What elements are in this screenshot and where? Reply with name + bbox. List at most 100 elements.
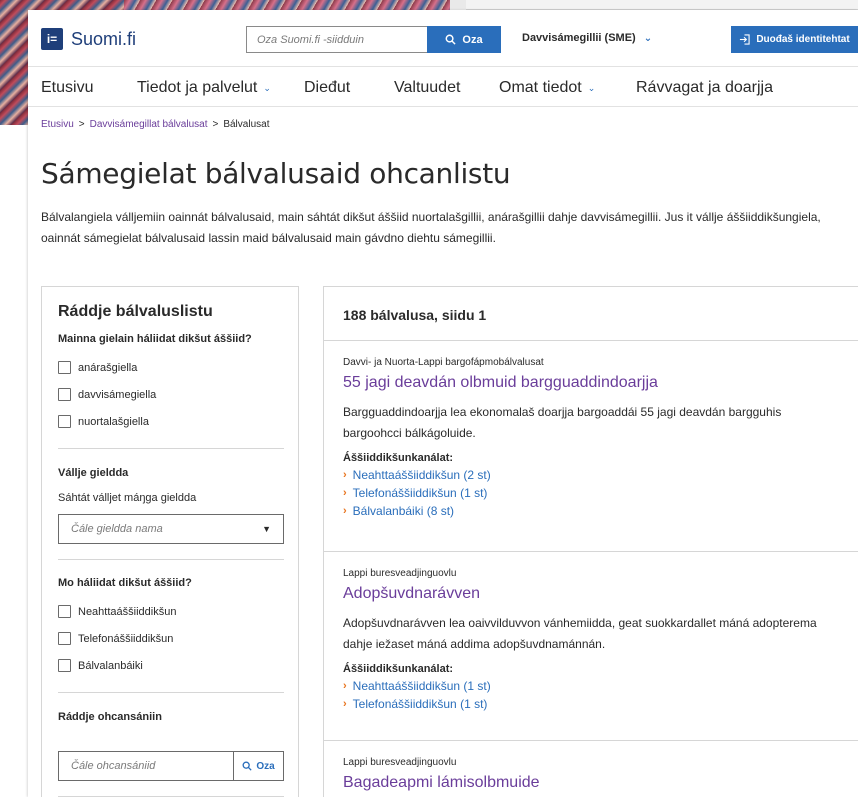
municipality-placeholder: Čále gieldda nama xyxy=(71,523,163,535)
nav-item-etusivu[interactable]: Etusivu xyxy=(41,79,93,97)
result-channel-link[interactable]: › Telefonáššiiddikšun (1 st) xyxy=(343,486,839,500)
filter-divider xyxy=(58,448,284,449)
filter-panel: Ráddje bálvaluslistu Mainna gielain háli… xyxy=(41,286,299,797)
site-search-placeholder: Oza Suomi.fi -siidduin xyxy=(257,33,364,46)
background-photo-strip xyxy=(124,0,450,10)
keyword-search-button[interactable]: Oza xyxy=(233,751,284,781)
result-organization: Lappi buresveadjinguovlu xyxy=(343,757,457,768)
page: i= Suomi.fi Oza Suomi.fi -siidduin Oza D… xyxy=(28,10,858,797)
keyword-input[interactable]: Čále ohcansániid xyxy=(58,751,233,781)
channel-question: Mo háliidat dikšut áššiid? xyxy=(58,577,192,589)
breadcrumb: Etusivu > Davvisámegillat bálvalusat > B… xyxy=(41,119,269,130)
checkbox-box[interactable] xyxy=(58,659,71,672)
result-channel-link[interactable]: › Telefonáššiiddikšun (1 st) xyxy=(343,697,839,711)
result-channels-label: Áššiiddikšunkanálat: xyxy=(343,452,454,464)
language-label: Davvisámegillii (SME) xyxy=(522,32,636,44)
nav-item-omat-tiedot[interactable]: Omat tiedot ⌄ xyxy=(499,79,595,97)
result-description: Bargguaddindoarjja lea ekonomalaš doarjj… xyxy=(343,405,782,440)
filter-title: Ráddje bálvaluslistu xyxy=(58,303,213,320)
search-icon xyxy=(445,34,457,45)
site-search: Oza Suomi.fi -siidduin Oza xyxy=(246,26,501,53)
municipality-label: Vállje gieldda xyxy=(58,467,129,479)
login-icon xyxy=(740,34,750,45)
nav-item-ravvagat-ja-doarjja[interactable]: Rávvagat ja doarjja xyxy=(636,79,773,97)
nav-item-label: Etusivu xyxy=(41,79,94,96)
logo-mark-icon: i= xyxy=(41,28,63,50)
nav-item-valtuudet[interactable]: Valtuudet xyxy=(394,79,460,97)
search-icon xyxy=(242,761,252,771)
result-channel-label: Telefonáššiiddikšun (1 st) xyxy=(352,697,488,711)
result-channel-label: Bálvalanbáiki (8 st) xyxy=(352,504,455,518)
result-channel-link[interactable]: › Neahttaáššiiddikšun (2 st) xyxy=(343,468,839,482)
result-description: Adopšuvdnarávven lea oaivvilduvvon vánhe… xyxy=(343,616,817,651)
checkbox-nuortalasgiella[interactable]: nuortalašgiella xyxy=(58,415,149,428)
municipality-hint: Sáhtát válljet máŋga gieldda xyxy=(58,492,197,504)
result-channel-label: Neahttaáššiiddikšun (2 st) xyxy=(352,468,491,482)
background-window xyxy=(466,0,858,10)
nav-item-label: Omat tiedot xyxy=(499,79,582,96)
result-channel-label: Neahttaáššiiddikšun (1 st) xyxy=(352,679,491,693)
identify-button-label: Duođaš identitehtat xyxy=(756,34,850,45)
result-organization: Lappi buresveadjinguovlu xyxy=(343,568,457,579)
checkbox-box[interactable] xyxy=(58,361,71,374)
nav-item-diedut[interactable]: Dieđut xyxy=(304,79,350,97)
logo-text: Suomi.fi xyxy=(71,28,137,49)
nav-item-tiedot-ja-palvelut[interactable]: Tiedot ja palvelut ⌄ xyxy=(137,79,271,97)
result-channel-link[interactable]: › Bálvalanbáiki (8 st) xyxy=(343,504,839,518)
keyword-label: Ráddje ohcansániin xyxy=(58,711,162,723)
result-title-link[interactable]: 55 jagi deavdán olbmuid bargguaddindoarj… xyxy=(343,374,839,392)
language-select[interactable]: Davvisámegillii (SME) ⌄ xyxy=(522,32,652,44)
page-intro: Bálvalangiela válljemiin oainnát bálvalu… xyxy=(41,210,821,245)
chevron-down-icon: ⌄ xyxy=(263,82,271,93)
site-search-button-label: Oza xyxy=(462,33,483,46)
result-channel-label: Telefonáššiiddikšun (1 st) xyxy=(352,486,488,500)
checkbox-label: nuortalašgiella xyxy=(78,415,149,428)
site-search-input[interactable]: Oza Suomi.fi -siidduin xyxy=(246,26,427,53)
nav-item-label: Rávvagat ja doarjja xyxy=(636,79,773,96)
background-window-edge xyxy=(450,0,466,10)
checkbox-box[interactable] xyxy=(58,415,71,428)
checkbox-label: Telefonáššiiddikšun xyxy=(78,632,174,645)
breadcrumb-separator: > xyxy=(212,119,219,130)
results-summary: 188 bálvalusa, siidu 1 xyxy=(324,287,858,341)
result-channels-label: Áššiiddikšunkanálat: xyxy=(343,663,454,675)
chevron-right-icon: › xyxy=(343,469,347,481)
chevron-right-icon: › xyxy=(343,680,347,692)
municipality-select[interactable]: Čále gieldda nama ▼ xyxy=(58,514,284,544)
checkbox-davvisamegiella[interactable]: davvisámegiella xyxy=(58,388,156,401)
checkbox-box[interactable] xyxy=(58,388,71,401)
page-title: Sámegielat bálvalusaid ohcanlistu xyxy=(41,157,511,190)
checkbox-neahtta[interactable]: Neahttaáššiiddikšun xyxy=(58,605,176,618)
keyword-placeholder: Čále ohcansániid xyxy=(71,760,156,772)
result-organization: Davvi- ja Nuorta-Lappi bargofápmobálvalu… xyxy=(343,357,544,368)
chevron-right-icon: › xyxy=(343,698,347,710)
keyword-search-button-label: Oza xyxy=(256,760,275,772)
chevron-right-icon: › xyxy=(343,487,347,499)
caret-down-icon: ▼ xyxy=(262,524,271,534)
site-logo[interactable]: i= Suomi.fi xyxy=(41,28,136,50)
nav-item-label: Dieđut xyxy=(304,79,351,96)
checkbox-box[interactable] xyxy=(58,632,71,645)
result-title-link[interactable]: Bagadeapmi lámisolbmuide xyxy=(343,774,839,792)
identify-button[interactable]: Duođaš identitehtat xyxy=(731,26,858,53)
results-panel: 188 bálvalusa, siidu 1 Davvi- ja Nuorta-… xyxy=(323,286,858,797)
nav-item-label: Tiedot ja palvelut xyxy=(137,79,258,96)
breadcrumb-link-etusivu[interactable]: Etusivu xyxy=(41,119,74,130)
checkbox-telefon[interactable]: Telefonáššiiddikšun xyxy=(58,632,173,645)
nav-item-label: Valtuudet xyxy=(394,79,461,96)
background-margin xyxy=(0,125,28,797)
checkbox-anarasgiella[interactable]: anárašgiella xyxy=(58,361,137,374)
keyword-search: Čále ohcansániid Oza xyxy=(58,751,284,781)
checkbox-balvalanbaiki[interactable]: Bálvalanbáiki xyxy=(58,659,143,672)
chevron-down-icon: ⌄ xyxy=(587,82,596,93)
result-channel-link[interactable]: › Neahttaáššiiddikšun (1 st) xyxy=(343,679,839,693)
site-search-button[interactable]: Oza xyxy=(427,26,501,53)
chevron-down-icon: ⌄ xyxy=(643,32,653,44)
result-item: Davvi- ja Nuorta-Lappi bargofápmobálvalu… xyxy=(324,341,858,552)
checkbox-label: anárašgiella xyxy=(78,361,138,374)
breadcrumb-link-services[interactable]: Davvisámegillat bálvalusat xyxy=(90,119,208,130)
result-item: Lappi buresveadjinguovlu Adopšuvdnarávve… xyxy=(324,552,858,741)
result-title-link[interactable]: Adopšuvdnarávven xyxy=(343,585,839,603)
chevron-right-icon: › xyxy=(343,505,347,517)
checkbox-box[interactable] xyxy=(58,605,71,618)
